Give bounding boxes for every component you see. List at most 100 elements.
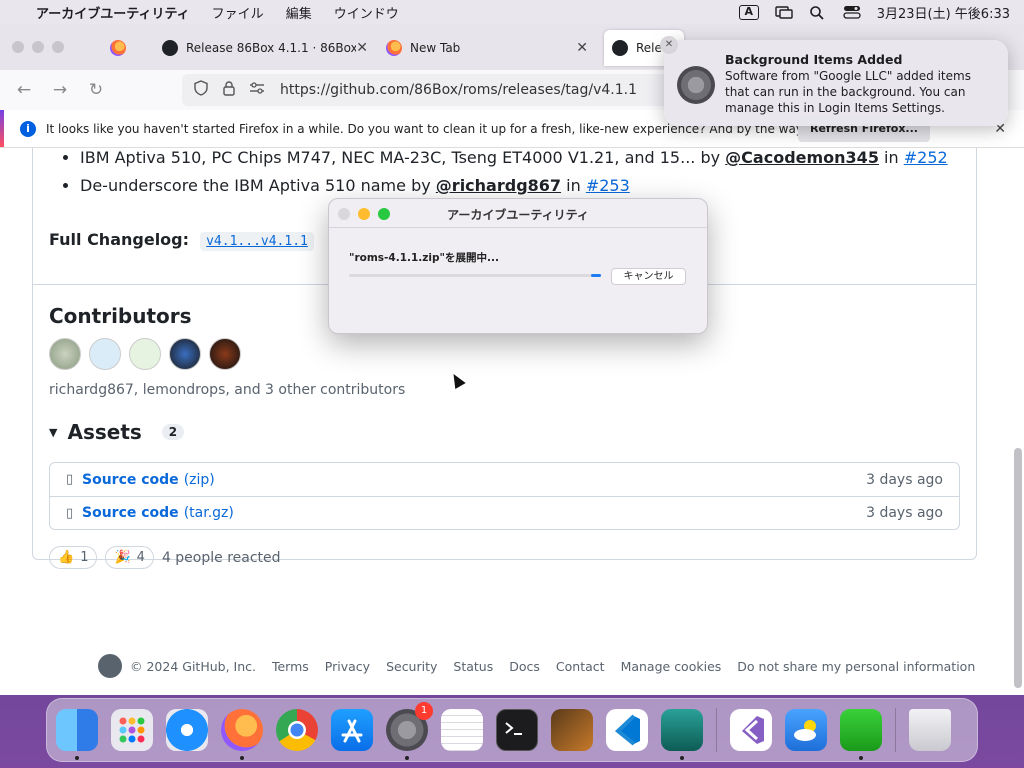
footer-link-docs[interactable]: Docs <box>509 659 540 674</box>
changelog-link[interactable]: v4.1...v4.1.1 <box>200 232 314 251</box>
url-text[interactable]: https://github.com/86Box/roms/releases/t… <box>280 82 637 98</box>
list-item: IBM Aptiva 510, PC Chips M747, NEC MA-23… <box>80 148 948 172</box>
menu-bar: アーカイブユーティリティ ファイル 編集 ウインドウ A 3月23日(土) 午後… <box>0 0 1024 24</box>
visual-studio-icon[interactable] <box>730 709 772 751</box>
activity-icon[interactable] <box>661 709 703 760</box>
firefox-tab-icon <box>386 40 402 56</box>
tab-new-tab[interactable]: New Tab ✕ <box>382 30 598 66</box>
app-store-icon[interactable] <box>331 709 373 751</box>
avatar[interactable] <box>169 338 201 370</box>
avatar[interactable] <box>129 338 161 370</box>
reactions-summary: 4 people reacted <box>161 549 281 566</box>
forward-icon[interactable]: → <box>42 80 78 100</box>
safari-icon[interactable] <box>166 709 208 751</box>
footer-link-manage-cookies[interactable]: Manage cookies <box>621 659 722 674</box>
window-controls <box>12 41 64 53</box>
shield-icon[interactable] <box>190 80 212 100</box>
triangle-down-icon: ▼ <box>49 425 58 439</box>
assets-heading: Assets <box>67 420 142 444</box>
firefox-icon[interactable] <box>221 709 263 760</box>
asset-ext[interactable]: (zip) <box>184 472 215 488</box>
asset-name[interactable]: Source code <box>82 505 179 521</box>
page-scrollbar[interactable] <box>1014 448 1022 688</box>
footer-link-status[interactable]: Status <box>453 659 493 674</box>
tab-release[interactable]: Release 86Box 4.1.1 · 86Box/86 ✕ <box>156 30 378 66</box>
close-tab-icon[interactable]: ✕ <box>576 40 588 56</box>
finder-icon[interactable] <box>56 709 98 760</box>
menubar-clock[interactable]: 3月23日(土) 午後6:33 <box>877 3 1010 22</box>
asset-ext[interactable]: (tar.gz) <box>184 505 234 521</box>
github-tab-icon <box>612 40 628 56</box>
notification-body: Software from "Google LLC" added items t… <box>725 69 971 115</box>
background-items-notification[interactable]: ✕ Background Items Added Software from "… <box>660 36 1008 126</box>
reload-icon[interactable]: ↻ <box>78 80 114 100</box>
asset-date: 3 days ago <box>866 471 943 488</box>
back-icon[interactable]: ← <box>6 80 42 100</box>
user-link[interactable]: @Cacodemon345 <box>725 148 879 167</box>
reaction-count: 1 <box>80 550 89 565</box>
footer-link-terms[interactable]: Terms <box>272 659 309 674</box>
site-permissions-icon[interactable] <box>246 82 268 98</box>
footer-link-do-not-share[interactable]: Do not share my personal information <box>737 659 975 674</box>
firefox-tab-icon <box>110 40 126 56</box>
garageband-icon[interactable] <box>551 709 593 751</box>
file-zip-icon: ▯ <box>66 472 74 487</box>
asset-row-zip[interactable]: ▯ Source code (zip) 3 days ago <box>50 463 959 496</box>
assets-count-badge: 2 <box>161 424 185 440</box>
tab-firefox-pinned[interactable] <box>110 30 146 66</box>
lock-icon[interactable] <box>218 80 240 100</box>
note-in: in <box>884 148 899 167</box>
weather-icon[interactable] <box>785 709 827 751</box>
close-tab-icon[interactable]: ✕ <box>356 40 368 56</box>
avatar[interactable] <box>49 338 81 370</box>
reaction-hooray[interactable]: 🎉 4 <box>105 546 154 569</box>
close-notification-icon[interactable]: ✕ <box>660 36 678 54</box>
launchpad-icon[interactable] <box>111 709 153 751</box>
minimize-window-button[interactable] <box>32 41 44 53</box>
system-settings-icon <box>677 66 715 104</box>
github-logo-icon[interactable] <box>98 654 122 678</box>
contributors-heading: Contributors <box>49 304 192 328</box>
github-tab-icon <box>162 40 178 56</box>
control-center-icon[interactable] <box>843 5 861 19</box>
cancel-button[interactable]: キャンセル <box>611 268 686 285</box>
screen-mirroring-icon[interactable] <box>775 5 793 19</box>
dock-separator <box>895 708 896 752</box>
chrome-icon[interactable] <box>276 709 318 751</box>
assets-toggle[interactable]: ▼ Assets 2 <box>49 420 185 444</box>
reaction-thumbs-up[interactable]: 👍 1 <box>49 546 98 569</box>
progress-fill <box>590 274 601 277</box>
menu-file[interactable]: ファイル <box>212 3 264 22</box>
vscode-icon[interactable] <box>606 709 648 751</box>
spotlight-search-icon[interactable] <box>809 5 827 20</box>
system-settings-icon[interactable]: 1 <box>386 702 433 760</box>
avatar[interactable] <box>89 338 121 370</box>
user-link[interactable]: @richardg867 <box>436 176 561 195</box>
contributors-summary: richardg867, lemondrops, and 3 other con… <box>49 382 406 398</box>
notification-badge: 1 <box>415 702 433 720</box>
zoom-window-button[interactable] <box>52 41 64 53</box>
footer-link-security[interactable]: Security <box>386 659 437 674</box>
battery-app-icon[interactable] <box>840 709 882 760</box>
terminal-icon[interactable] <box>496 709 538 751</box>
dialog-title: アーカイブユーティリティ <box>447 208 589 222</box>
asset-name[interactable]: Source code <box>82 472 179 488</box>
trash-icon[interactable] <box>909 709 951 751</box>
app-menu[interactable]: アーカイブユーティリティ <box>36 3 190 22</box>
avatar[interactable] <box>209 338 241 370</box>
menu-window[interactable]: ウインドウ <box>334 3 399 22</box>
full-changelog: Full Changelog: v4.1...v4.1.1 <box>49 230 314 251</box>
url-bar[interactable]: https://github.com/86Box/roms/releases/t… <box>182 74 702 106</box>
archive-utility-dialog: アーカイブユーティリティ "roms-4.1.1.zip"を展開中... キャン… <box>328 198 708 334</box>
extract-progress-bar <box>349 274 601 277</box>
close-window-button[interactable] <box>12 41 24 53</box>
party-popper-icon: 🎉 <box>114 550 131 565</box>
footer-link-privacy[interactable]: Privacy <box>325 659 370 674</box>
textedit-icon[interactable] <box>441 709 483 751</box>
asset-row-targz[interactable]: ▯ Source code (tar.gz) 3 days ago <box>50 496 959 529</box>
footer-link-contact[interactable]: Contact <box>556 659 605 674</box>
menu-edit[interactable]: 編集 <box>286 3 312 22</box>
input-source-icon[interactable]: A <box>738 4 759 20</box>
issue-link[interactable]: #252 <box>904 148 948 167</box>
issue-link[interactable]: #253 <box>586 176 630 195</box>
